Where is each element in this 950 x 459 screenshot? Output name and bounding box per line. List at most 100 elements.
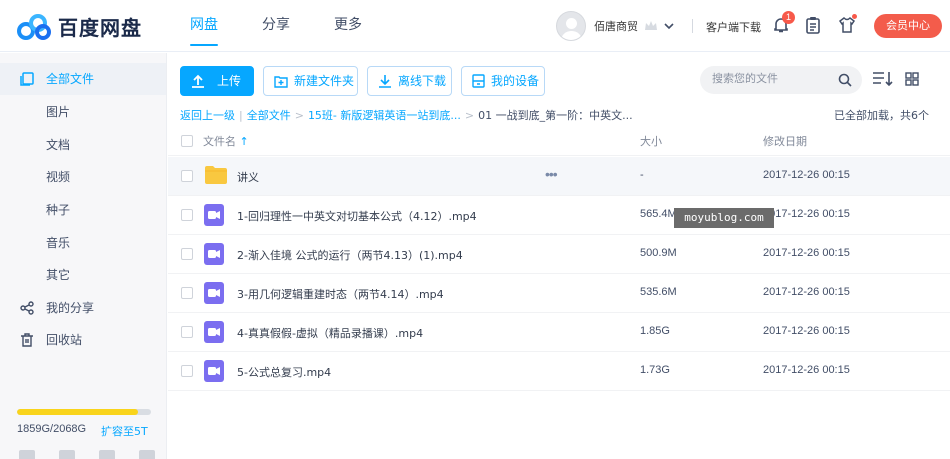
file-date: 2017-12-26 00:15 bbox=[763, 364, 850, 376]
device-icon bbox=[472, 74, 485, 88]
search-input[interactable] bbox=[712, 72, 832, 85]
breadcrumb-separator: > bbox=[464, 109, 475, 122]
watermark: moyublog.com bbox=[674, 208, 774, 228]
sidebar-item-recycle-bin[interactable]: 回收站 bbox=[0, 324, 166, 356]
table-row[interactable]: 讲义 ••• - 2017-12-26 00:15 bbox=[168, 157, 950, 196]
sidebar-item-other[interactable]: 其它 bbox=[0, 259, 166, 291]
clipboard-icon[interactable] bbox=[805, 16, 821, 34]
sidebar-item-label: 回收站 bbox=[46, 333, 83, 347]
chevron-down-icon[interactable] bbox=[664, 22, 674, 30]
column-date-header[interactable]: 修改日期 bbox=[763, 133, 807, 149]
column-size-header[interactable]: 大小 bbox=[640, 133, 662, 149]
file-name[interactable]: 2-渐入佳境 公式的运行（两节4.13）(1).mp4 bbox=[237, 247, 463, 263]
sidebar-item-label: 我的分享 bbox=[46, 301, 95, 315]
file-name[interactable]: 1-回归理性一中英文对切基本公式（4.12）.mp4 bbox=[237, 208, 477, 224]
video-file-icon bbox=[204, 321, 224, 343]
top-header: 百度网盘 网盘 分享 更多 佰唐商贸 客户端下载 1 会员中心 bbox=[0, 0, 950, 52]
sidebar-item-label: 其它 bbox=[46, 268, 71, 282]
nav-more[interactable]: 更多 bbox=[334, 0, 362, 52]
new-folder-icon bbox=[274, 75, 288, 88]
video-file-icon bbox=[204, 243, 224, 265]
sidebar-item-label: 全部文件 bbox=[46, 72, 95, 86]
select-all-checkbox[interactable] bbox=[181, 135, 193, 147]
row-checkbox[interactable] bbox=[181, 326, 193, 338]
sort-icon[interactable] bbox=[872, 71, 894, 87]
sidebar-item-all-files[interactable]: 全部文件 bbox=[0, 63, 166, 95]
sidebar-item-images[interactable]: 图片 bbox=[0, 96, 166, 128]
file-name[interactable]: 3-用几何逻辑重建时态（两节4.14）.mp4 bbox=[237, 286, 444, 302]
download-icon bbox=[379, 75, 391, 88]
client-download-link[interactable]: 客户端下载 bbox=[706, 19, 761, 35]
notification-badge: 1 bbox=[782, 11, 795, 24]
table-row[interactable]: 1-回归理性一中英文对切基本公式（4.12）.mp4 565.4M 2017-1… bbox=[168, 196, 950, 235]
trash-icon bbox=[21, 333, 33, 347]
apple-icon[interactable] bbox=[99, 450, 115, 459]
nav-netdisk[interactable]: 网盘 bbox=[190, 0, 218, 52]
file-date: 2017-12-26 00:15 bbox=[763, 169, 850, 181]
sidebar-item-label: 视频 bbox=[46, 170, 71, 184]
grid-view-icon[interactable] bbox=[905, 72, 919, 86]
file-date: 2017-12-26 00:15 bbox=[763, 286, 850, 298]
storage-usage-text: 1859G/2068G bbox=[17, 423, 87, 435]
upload-button[interactable]: 上传 bbox=[180, 66, 254, 96]
sidebar-bottom-icons bbox=[19, 450, 179, 459]
username[interactable]: 佰唐商贸 bbox=[594, 18, 638, 34]
offline-download-button[interactable]: 离线下载 bbox=[367, 66, 452, 96]
sidebar-item-docs[interactable]: 文档 bbox=[0, 129, 166, 161]
my-devices-button[interactable]: 我的设备 bbox=[461, 66, 545, 96]
file-size: 1.85G bbox=[640, 325, 670, 337]
row-checkbox[interactable] bbox=[181, 365, 193, 377]
column-name-header[interactable]: 文件名 ↑ bbox=[203, 133, 249, 149]
video-file-icon bbox=[204, 282, 224, 304]
table-row[interactable]: 3-用几何逻辑重建时态（两节4.14）.mp4 535.6M 2017-12-2… bbox=[168, 274, 950, 313]
file-date: 2017-12-26 00:15 bbox=[763, 247, 850, 259]
breadcrumb-level1[interactable]: 15班- 新版逻辑英语一站到底... bbox=[308, 109, 461, 122]
file-date: 2017-12-26 00:15 bbox=[763, 208, 850, 220]
sidebar-item-torrents[interactable]: 种子 bbox=[0, 194, 166, 226]
upload-label: 上传 bbox=[217, 74, 242, 88]
breadcrumb-separator: | bbox=[239, 109, 243, 122]
file-size: 565.4M bbox=[640, 208, 677, 220]
table-row[interactable]: 4-真真假假-虚拟（精品录播课）.mp4 1.85G 2017-12-26 00… bbox=[168, 313, 950, 352]
breadcrumb-back[interactable]: 返回上一级 bbox=[180, 109, 235, 122]
user-menu[interactable]: 佰唐商贸 bbox=[556, 11, 674, 41]
search-box[interactable] bbox=[700, 66, 862, 94]
breadcrumb-current: 01 一战到底_第一阶：中英文... bbox=[478, 109, 633, 122]
table-row[interactable]: 5-公式总复习.mp4 1.73G 2017-12-26 00:15 bbox=[168, 352, 950, 391]
breadcrumb-all-files[interactable]: 全部文件 bbox=[247, 109, 291, 122]
row-checkbox[interactable] bbox=[181, 209, 193, 221]
table-row[interactable]: 2-渐入佳境 公式的运行（两节4.13）(1).mp4 500.9M 2017-… bbox=[168, 235, 950, 274]
file-size: 535.6M bbox=[640, 286, 677, 298]
file-name[interactable]: 讲义 bbox=[237, 169, 259, 185]
storage-progress-fill bbox=[17, 409, 138, 415]
new-folder-button[interactable]: 新建文件夹 bbox=[263, 66, 358, 96]
row-checkbox[interactable] bbox=[181, 248, 193, 260]
file-name[interactable]: 4-真真假假-虚拟（精品录播课）.mp4 bbox=[237, 325, 423, 341]
loaded-count-text: 已全部加载，共6个 bbox=[834, 109, 929, 122]
row-checkbox[interactable] bbox=[181, 287, 193, 299]
sidebar-item-music[interactable]: 音乐 bbox=[0, 227, 166, 259]
android-icon[interactable] bbox=[59, 450, 75, 459]
file-size: - bbox=[640, 169, 644, 181]
folder-icon bbox=[205, 166, 227, 184]
video-file-icon bbox=[204, 360, 224, 382]
logo[interactable]: 百度网盘 bbox=[16, 12, 142, 41]
file-name[interactable]: 5-公式总复习.mp4 bbox=[237, 364, 331, 380]
files-icon bbox=[20, 72, 34, 86]
vip-center-button[interactable]: 会员中心 bbox=[874, 14, 942, 38]
file-date: 2017-12-26 00:15 bbox=[763, 325, 850, 337]
search-icon[interactable] bbox=[838, 73, 852, 87]
nav-share[interactable]: 分享 bbox=[262, 0, 290, 52]
more-icon[interactable] bbox=[139, 450, 155, 459]
expand-storage-link[interactable]: 扩容至5T bbox=[101, 423, 148, 439]
avatar[interactable] bbox=[556, 11, 586, 41]
device-icon[interactable] bbox=[19, 450, 35, 459]
sidebar-item-my-shares[interactable]: 我的分享 bbox=[0, 292, 166, 324]
main-nav: 网盘 分享 更多 bbox=[190, 0, 406, 52]
sidebar-item-videos[interactable]: 视频 bbox=[0, 161, 166, 193]
video-file-icon bbox=[204, 204, 224, 226]
more-options-icon[interactable]: ••• bbox=[545, 167, 558, 181]
breadcrumb: 返回上一级 | 全部文件 >15班- 新版逻辑英语一站到底... >01 一战到底_第一… bbox=[180, 107, 633, 123]
row-checkbox[interactable] bbox=[181, 170, 193, 182]
sidebar-item-label: 音乐 bbox=[46, 236, 71, 250]
